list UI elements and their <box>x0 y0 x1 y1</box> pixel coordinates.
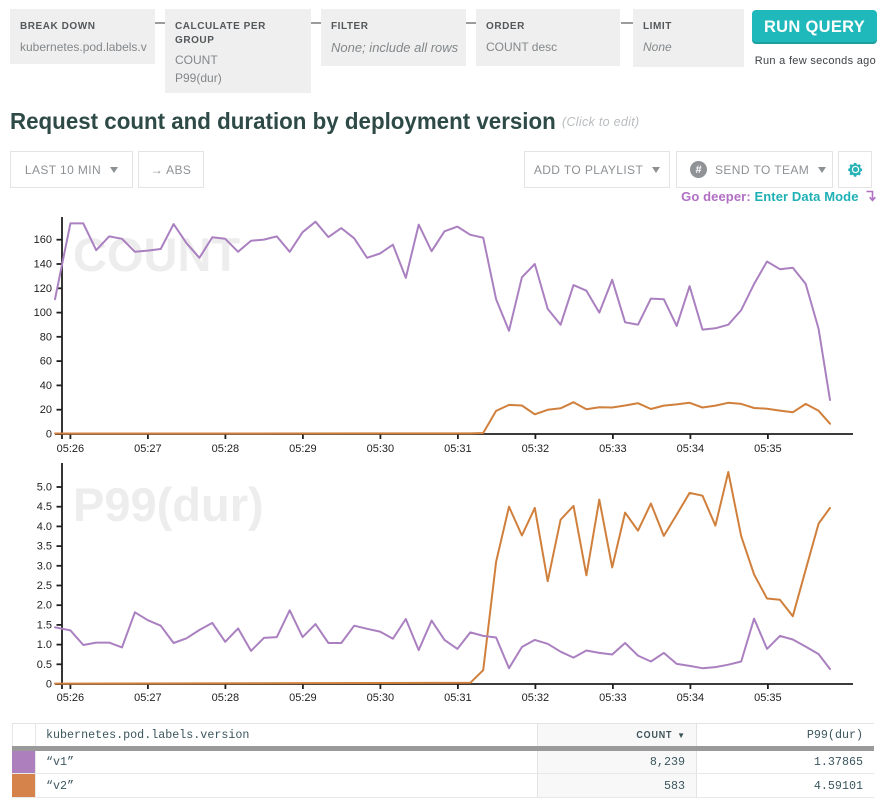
svg-text:05:26: 05:26 <box>57 692 85 704</box>
svg-text:0.5: 0.5 <box>37 659 52 671</box>
svg-text:40: 40 <box>40 380 52 392</box>
svg-text:05:26: 05:26 <box>57 443 85 455</box>
svg-text:05:28: 05:28 <box>212 692 240 704</box>
svg-text:3.5: 3.5 <box>37 541 52 553</box>
svg-text:100: 100 <box>34 307 52 319</box>
svg-text:05:31: 05:31 <box>444 692 472 704</box>
svg-text:20: 20 <box>40 404 52 416</box>
svg-text:3.0: 3.0 <box>37 560 52 572</box>
svg-text:120: 120 <box>34 283 52 295</box>
svg-text:4.0: 4.0 <box>37 521 52 533</box>
svg-text:1.5: 1.5 <box>37 619 52 631</box>
svg-text:05:32: 05:32 <box>522 692 550 704</box>
svg-text:05:27: 05:27 <box>134 692 162 704</box>
svg-text:4.5: 4.5 <box>37 501 52 513</box>
svg-text:05:34: 05:34 <box>677 692 705 704</box>
svg-text:05:30: 05:30 <box>367 443 395 455</box>
svg-text:0: 0 <box>46 679 52 691</box>
svg-text:05:28: 05:28 <box>212 443 240 455</box>
svg-text:160: 160 <box>34 234 52 246</box>
svg-text:05:34: 05:34 <box>677 443 705 455</box>
svg-text:2.0: 2.0 <box>37 600 52 612</box>
svg-text:P99(dur): P99(dur) <box>73 478 264 531</box>
svg-text:05:27: 05:27 <box>134 443 162 455</box>
svg-text:5.0: 5.0 <box>37 482 52 494</box>
svg-text:COUNT: COUNT <box>73 228 240 281</box>
svg-text:05:35: 05:35 <box>754 692 782 704</box>
svg-text:05:29: 05:29 <box>289 443 317 455</box>
svg-text:0: 0 <box>46 429 52 441</box>
svg-text:05:29: 05:29 <box>289 692 317 704</box>
svg-text:05:32: 05:32 <box>522 443 550 455</box>
svg-text:05:35: 05:35 <box>754 443 782 455</box>
svg-text:05:33: 05:33 <box>599 443 627 455</box>
svg-text:05:30: 05:30 <box>367 692 395 704</box>
svg-text:05:33: 05:33 <box>599 692 627 704</box>
svg-text:05:31: 05:31 <box>444 443 472 455</box>
svg-text:60: 60 <box>40 356 52 368</box>
svg-text:1.0: 1.0 <box>37 639 52 651</box>
svg-text:140: 140 <box>34 259 52 271</box>
svg-text:80: 80 <box>40 331 52 343</box>
svg-text:2.5: 2.5 <box>37 580 52 592</box>
